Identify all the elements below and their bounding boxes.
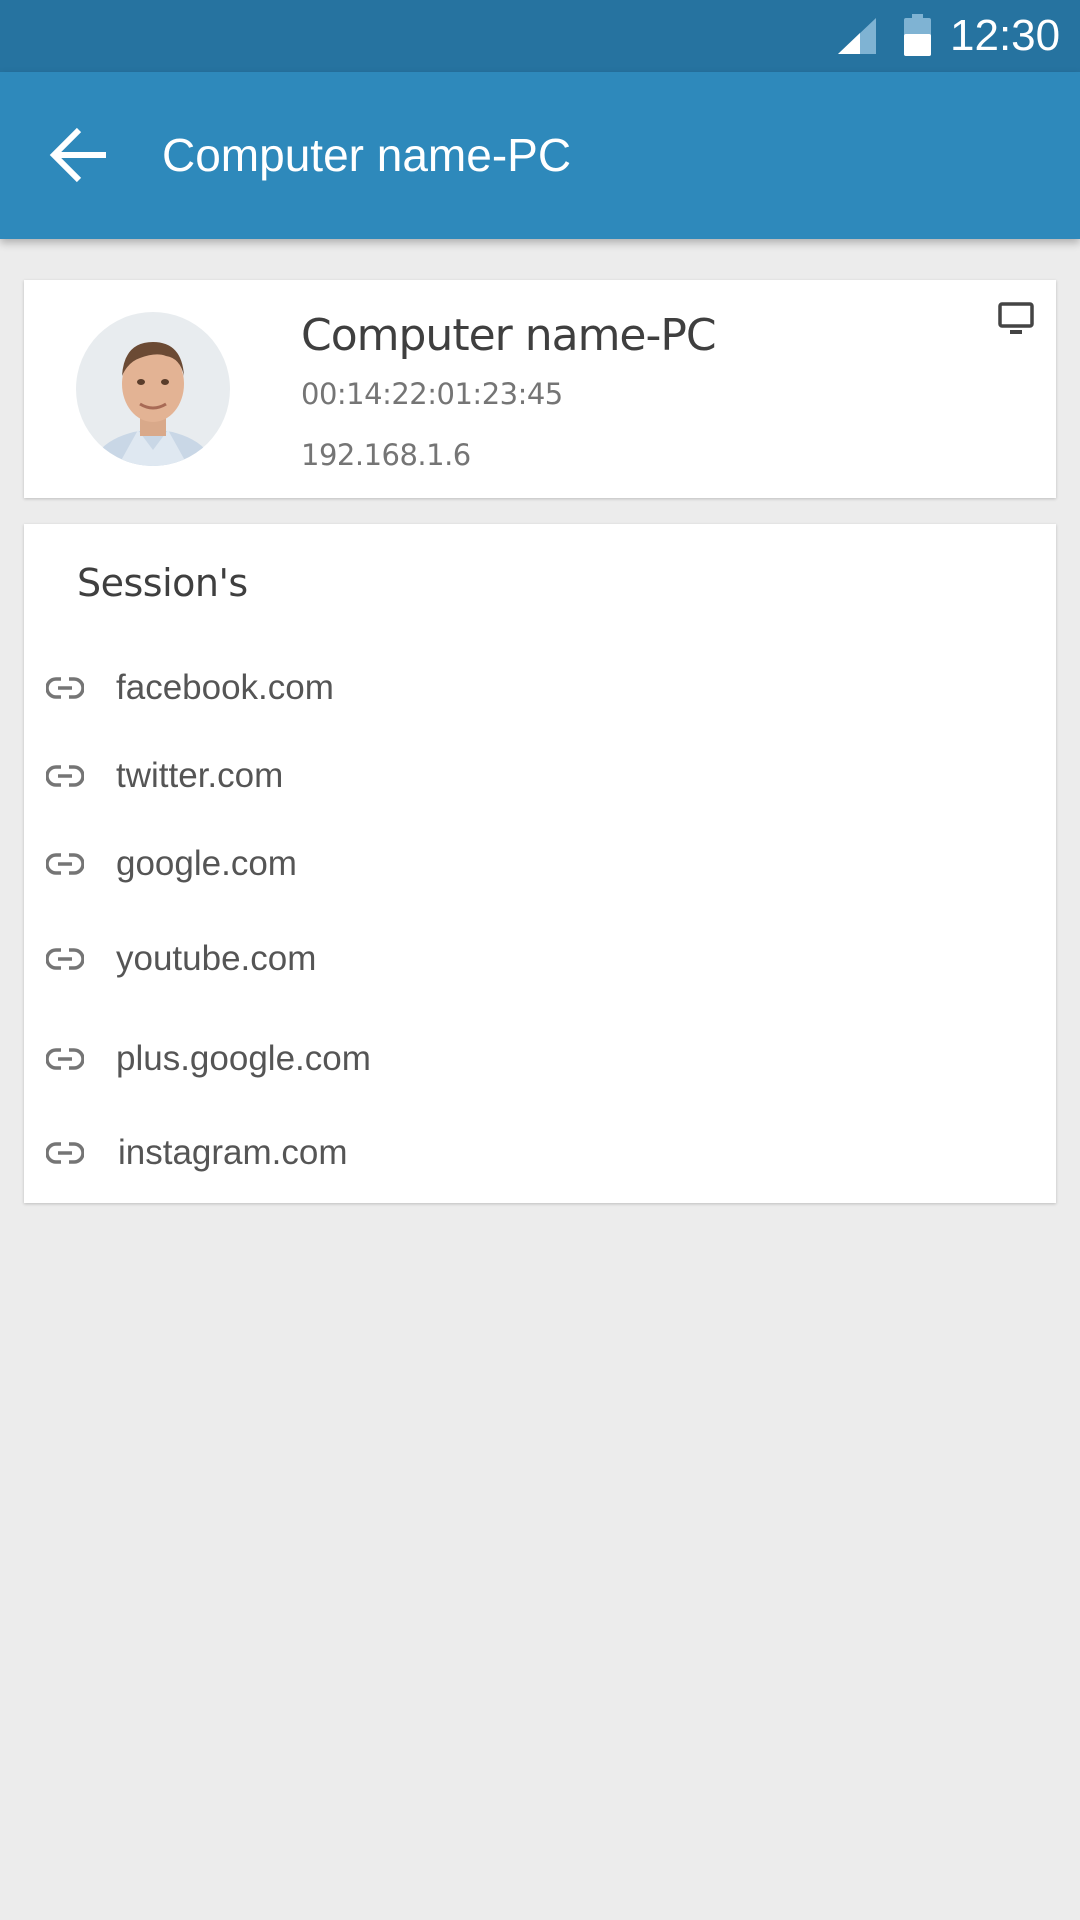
session-item[interactable]: twitter.com <box>24 746 1056 806</box>
session-label: instagram.com <box>118 1133 348 1172</box>
avatar-image <box>76 312 230 466</box>
device-name: Computer name-PC <box>301 310 717 361</box>
signal-icon <box>838 18 876 54</box>
device-card: Computer name-PC 00:14:22:01:23:45 192.1… <box>24 280 1056 498</box>
session-label: facebook.com <box>116 668 334 707</box>
arrow-back-icon[interactable] <box>48 124 110 186</box>
battery-icon <box>904 14 931 56</box>
page-title: Computer name-PC <box>162 129 572 181</box>
status-time: 12:30 <box>950 11 1061 60</box>
sessions-card: Session's facebook.com twitter.com google.… <box>24 524 1056 1203</box>
link-icon <box>45 943 85 975</box>
link-icon <box>45 760 85 792</box>
status-bar: 12:30 <box>0 0 1080 72</box>
session-label: google.com <box>116 844 297 883</box>
link-icon <box>45 1043 85 1075</box>
link-icon <box>45 1137 85 1169</box>
sessions-heading: Session's <box>77 561 248 605</box>
session-item[interactable]: facebook.com <box>24 658 1056 718</box>
session-label: youtube.com <box>116 939 317 978</box>
session-item[interactable]: youtube.com <box>24 929 1056 989</box>
session-label: twitter.com <box>116 756 284 795</box>
link-icon <box>45 672 85 704</box>
session-label: plus.google.com <box>116 1039 371 1078</box>
session-item[interactable]: instagram.com <box>24 1123 1056 1183</box>
app-bar: Computer name-PC <box>0 72 1080 239</box>
avatar <box>76 312 230 466</box>
device-mac-address: 00:14:22:01:23:45 <box>301 377 563 411</box>
device-ip-address: 192.168.1.6 <box>301 438 471 472</box>
link-icon <box>45 848 85 880</box>
monitor-icon <box>998 302 1034 334</box>
session-item[interactable]: google.com <box>24 834 1056 894</box>
session-item[interactable]: plus.google.com <box>24 1029 1056 1089</box>
